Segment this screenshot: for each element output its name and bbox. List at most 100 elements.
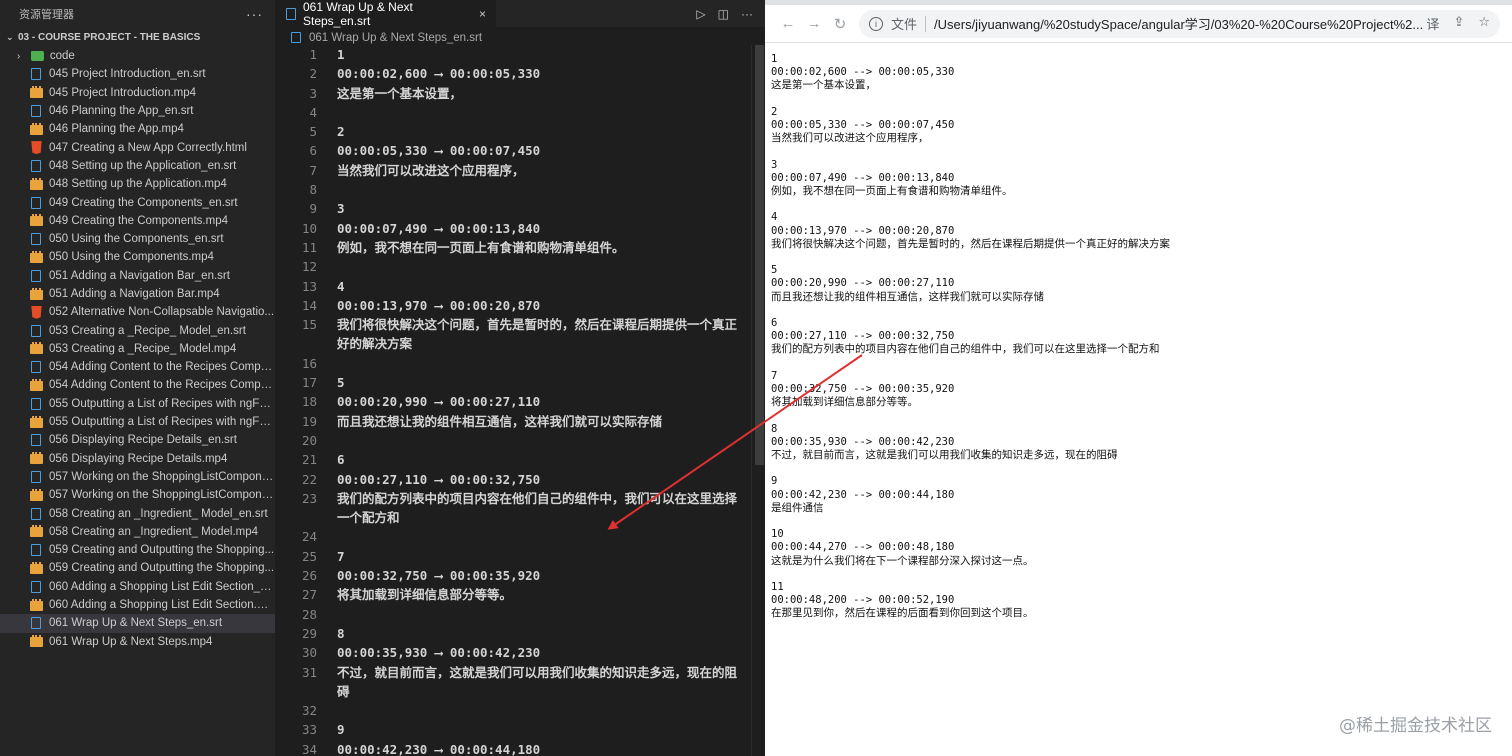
more-actions-icon[interactable]: ··· (741, 7, 753, 21)
tree-item-label: 056 Displaying Recipe Details.mp4 (49, 452, 228, 465)
code-line[interactable]: 11 (275, 45, 751, 64)
line-text: 9 (337, 722, 345, 738)
code-line[interactable]: 3 这是第一个基本设置， (275, 84, 751, 103)
tree-file[interactable]: 055 Outputting a List of Recipes with ng… (0, 395, 275, 413)
translate-icon[interactable]: 译 (1426, 14, 1439, 33)
tree-file[interactable]: 060 Adding a Shopping List Edit Section.… (0, 596, 275, 614)
editor-tab-title: 061 Wrap Up & Next Steps_en.srt (303, 0, 413, 28)
code-line[interactable]: 93 (275, 199, 751, 218)
code-line[interactable]: 10 00:00:07,490 ⟶ 00:00:13,840 (275, 219, 751, 238)
url-text[interactable]: /Users/jiyuanwang/%20studySpace/angular学… (934, 14, 1426, 33)
code-line[interactable]: 30 00:00:35,930 ⟶ 00:00:42,230 (275, 643, 751, 662)
tree-file[interactable]: 050 Using the Components_en.srt (0, 230, 275, 248)
code-line[interactable]: 31 不过，就目前而言，这就是我们可以用我们收集的知识走多远，现在的阻碍 (275, 663, 751, 702)
code-line[interactable]: 4 (275, 103, 751, 122)
code-line[interactable]: 7 当然我们可以改进这个应用程序， (275, 161, 751, 180)
tree-file[interactable]: 056 Displaying Recipe Details_en.srt (0, 431, 275, 449)
code-line[interactable]: 25 7 (275, 547, 751, 566)
explorer-more-icon[interactable]: ··· (246, 6, 263, 22)
tree-file[interactable]: 057 Working on the ShoppingListCompone..… (0, 486, 275, 504)
code-line[interactable]: 28 (275, 605, 751, 624)
html-file-icon (31, 305, 42, 319)
workspace-folder[interactable]: ⌄ 03 - COURSE PROJECT - THE BASICS (0, 27, 275, 47)
cue-time: 00:00:20,990 --> 00:00:27,110 (771, 277, 955, 290)
bookmark-star-icon[interactable]: ☆ (1478, 14, 1490, 33)
code-line[interactable]: 19 而且我还想让我的组件相互通信，这样我们就可以实际存储 (275, 412, 751, 431)
tree-file[interactable]: 048 Setting up the Application.mp4 (0, 175, 275, 193)
code-line[interactable]: 18 00:00:20,990 ⟶ 00:00:27,110 (275, 392, 751, 411)
share-icon[interactable]: ⇪ (1453, 14, 1464, 33)
code-line[interactable]: 24 (275, 527, 751, 546)
tree-file[interactable]: 052 Alternative Non-Collapsable Navigati… (0, 303, 275, 321)
tree-file[interactable]: 059 Creating and Outputting the Shopping… (0, 559, 275, 577)
code-line[interactable]: 2 00:00:02,600 ⟶ 00:00:05,330 (275, 64, 751, 83)
srt-file-icon (291, 32, 301, 43)
line-text (320, 527, 745, 546)
tree-file[interactable]: 053 Creating a _Recipe_ Model.mp4 (0, 340, 275, 358)
run-icon[interactable]: ▷ (696, 7, 705, 21)
divider (925, 15, 927, 32)
forward-icon[interactable]: → (801, 15, 827, 32)
info-icon[interactable]: i (869, 16, 883, 31)
reload-icon[interactable]: ↻ (827, 15, 853, 33)
code-line[interactable]: 16 (275, 354, 751, 373)
back-icon[interactable]: ← (775, 15, 801, 32)
code-line[interactable]: 17 5 (275, 373, 751, 392)
tree-file[interactable]: 058 Creating an _Ingredient_ Model.mp4 (0, 523, 275, 541)
tree-file[interactable]: 045 Project Introduction.mp4 (0, 84, 275, 102)
tree-item-label: 057 Working on the ShoppingListCompone..… (49, 470, 275, 483)
code-line[interactable]: 15 我们将很快解决这个问题，首先是暂时的，然后在课程后期提供一个真正好的解决方案 (275, 315, 751, 354)
tree-file[interactable]: 054 Adding Content to the Recipes Compo.… (0, 376, 275, 394)
code-line[interactable]: 33 9 (275, 720, 751, 739)
tree-item-label: 055 Outputting a List of Recipes with ng… (49, 416, 275, 429)
editor-scrollbar[interactable] (751, 45, 765, 756)
code-line[interactable]: 14 00:00:13,970 ⟶ 00:00:20,870 (275, 296, 751, 315)
tree-file[interactable]: 046 Planning the App_en.srt (0, 102, 275, 120)
code-line[interactable]: 8 (275, 180, 751, 199)
code-line[interactable]: 6 00:00:05,330 ⟶ 00:00:07,450 (275, 141, 751, 160)
tree-folder-code[interactable]: › code (0, 47, 275, 65)
tree-file[interactable]: 056 Displaying Recipe Details.mp4 (0, 450, 275, 468)
tree-file[interactable]: 051 Adding a Navigation Bar.mp4 (0, 285, 275, 303)
tree-file[interactable]: 060 Adding a Shopping List Edit Section_… (0, 578, 275, 596)
code-line[interactable]: 26 00:00:32,750 ⟶ 00:00:35,920 (275, 566, 751, 585)
code-line[interactable]: 34 00:00:42,230 ⟶ 00:00:44,180 (275, 740, 751, 756)
editor-tab-active[interactable]: 061 Wrap Up & Next Steps_en.srt × (275, 0, 496, 28)
code-line[interactable]: 52 (275, 122, 751, 141)
editor-scrollbar-thumb[interactable] (755, 45, 764, 465)
code-line[interactable]: 13 4 (275, 277, 751, 296)
code-line[interactable]: 21 6 (275, 450, 751, 469)
code-line[interactable]: 12 (275, 257, 751, 276)
code-line[interactable]: 22 00:00:27,110 ⟶ 00:00:32,750 (275, 470, 751, 489)
tree-file[interactable]: 047 Creating a New App Correctly.html (0, 138, 275, 156)
code-area[interactable]: 1 1 2 00:00:02,600 ⟶ 00:00:05,330 3 这是第一个基本设置… (275, 45, 751, 756)
code-line[interactable]: 27 将其加载到详细信息部分等等。 (275, 585, 751, 604)
tree-file[interactable]: 054 Adding Content to the Recipes Compo.… (0, 358, 275, 376)
tree-file[interactable]: 058 Creating an _Ingredient_ Model_en.sr… (0, 504, 275, 522)
tree-file[interactable]: 050 Using the Components.mp4 (0, 248, 275, 266)
code-line[interactable]: 32 (275, 701, 751, 720)
address-bar[interactable]: i 文件 /Users/jiyuanwang/%20studySpace/ang… (859, 9, 1500, 38)
tree-file[interactable]: 055 Outputting a List of Recipes with ng… (0, 413, 275, 431)
code-line[interactable]: 29 8 (275, 624, 751, 643)
tree-file[interactable]: 061 Wrap Up & Next Steps.mp4 (0, 633, 275, 651)
code-line[interactable]: 20 (275, 431, 751, 450)
tree-file[interactable]: 046 Planning the App.mp4 (0, 120, 275, 138)
line-text: 不过，就目前而言，这就是我们可以用我们收集的知识走多远，现在的阻碍 (337, 664, 738, 699)
close-icon[interactable]: × (479, 7, 486, 21)
tree-file[interactable]: 053 Creating a _Recipe_ Model_en.srt (0, 321, 275, 339)
split-editor-icon[interactable]: ◫ (718, 7, 729, 21)
cue-time: 00:00:27,110 --> 00:00:32,750 (771, 330, 955, 343)
code-line[interactable]: 23 我们的配方列表中的项目内容在他们自己的组件中，我们可以在这里选择一个配方和 (275, 489, 751, 528)
code-line[interactable]: 11 例如，我不想在同一页面上有食谱和购物清单组件。 (275, 238, 751, 257)
subtitle-cue: 3 00:00:07,490 --> 00:00:13,840 例如，我不想在同一页… (771, 159, 1512, 199)
tree-file[interactable]: 049 Creating the Components_en.srt (0, 193, 275, 211)
tree-file[interactable]: 061 Wrap Up & Next Steps_en.srt (0, 614, 275, 633)
tree-file[interactable]: 049 Creating the Components.mp4 (0, 212, 275, 230)
tree-file[interactable]: 057 Working on the ShoppingListCompone..… (0, 468, 275, 486)
tree-file[interactable]: 059 Creating and Outputting the Shopping… (0, 541, 275, 559)
tree-file[interactable]: 051 Adding a Navigation Bar_en.srt (0, 267, 275, 285)
tree-file[interactable]: 048 Setting up the Application_en.srt (0, 157, 275, 175)
tree-file[interactable]: 045 Project Introduction_en.srt (0, 65, 275, 83)
line-number: 10 (301, 220, 317, 236)
